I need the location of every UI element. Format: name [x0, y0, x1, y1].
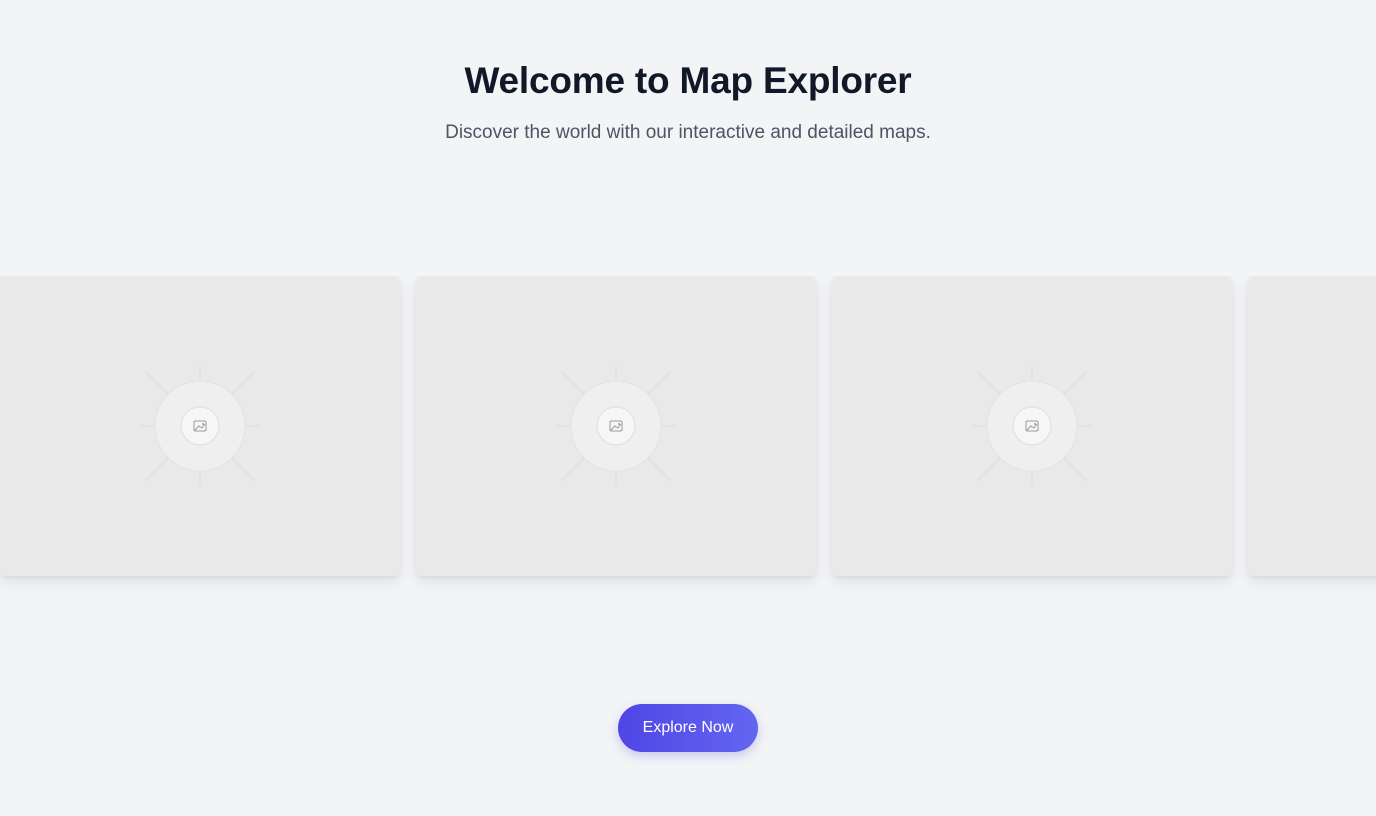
map-card[interactable] [0, 276, 400, 576]
page: Welcome to Map Explorer Discover the wor… [0, 0, 1376, 816]
image-placeholder-icon [140, 366, 260, 486]
image-placeholder-icon [972, 366, 1092, 486]
image-placeholder-icon [556, 366, 676, 486]
explore-now-button[interactable]: Explore Now [618, 704, 758, 752]
map-card[interactable] [832, 276, 1232, 576]
map-card[interactable] [1248, 276, 1376, 576]
map-carousel [0, 276, 1376, 592]
page-title: Welcome to Map Explorer [464, 60, 912, 101]
page-subtitle: Discover the world with our interactive … [445, 122, 931, 143]
map-card[interactable] [416, 276, 816, 576]
